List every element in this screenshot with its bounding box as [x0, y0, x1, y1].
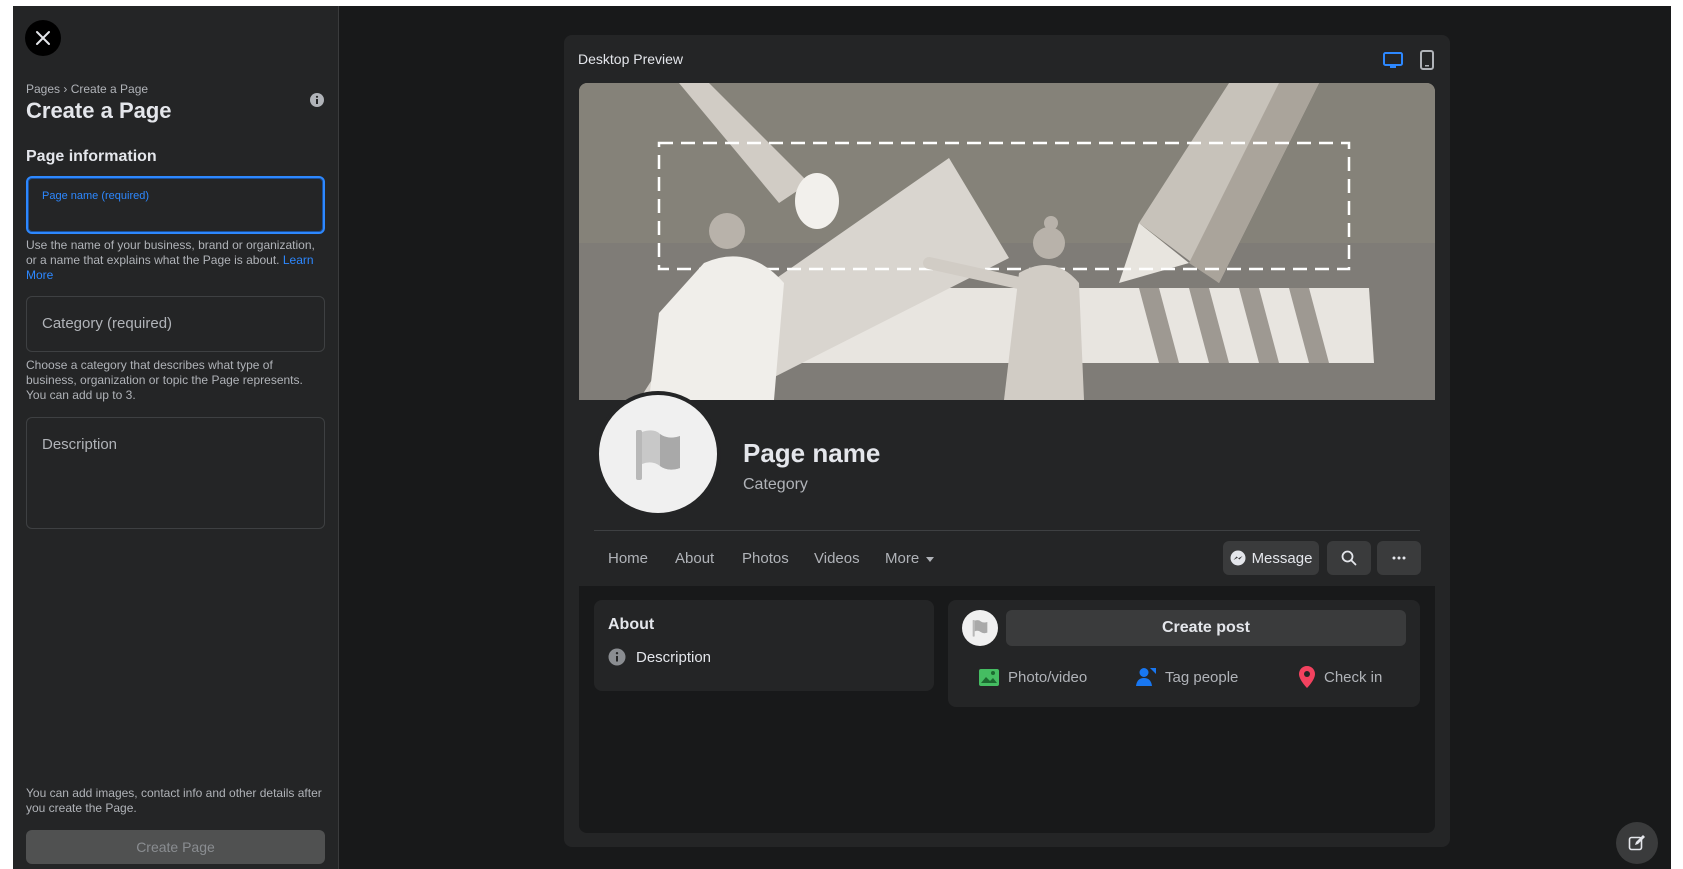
- create-post-card: Create post Photo/video Tag people Check…: [948, 600, 1420, 707]
- page-preview: Page name Category Home About Photos Vid…: [579, 83, 1435, 833]
- mobile-icon[interactable]: [1416, 49, 1438, 71]
- tab-photos[interactable]: Photos: [742, 550, 789, 567]
- section-title: Page information: [26, 148, 157, 165]
- flag-icon: [636, 430, 680, 480]
- tag-people-label: Tag people: [1165, 668, 1239, 686]
- tag-people-icon: [1136, 668, 1156, 686]
- close-icon: [36, 31, 50, 45]
- tab-videos[interactable]: Videos: [814, 550, 860, 567]
- tab-home[interactable]: Home: [608, 550, 648, 567]
- category-help: Choose a category that describes what ty…: [26, 358, 303, 402]
- photo-video-action[interactable]: Photo/video: [978, 666, 1087, 688]
- message-button[interactable]: Message: [1223, 541, 1319, 575]
- page-name-label: Page name (required): [42, 190, 150, 202]
- message-label: Message: [1251, 549, 1313, 567]
- flag-icon: [972, 620, 988, 637]
- cover-photo: [579, 83, 1435, 400]
- caret-down-icon: [926, 556, 935, 562]
- tab-about[interactable]: About: [675, 550, 714, 567]
- page-name-input[interactable]: Page name (required): [26, 176, 325, 234]
- compose-icon: [1628, 835, 1645, 851]
- close-button[interactable]: [25, 20, 61, 56]
- tag-people-action[interactable]: Tag people: [1135, 666, 1238, 688]
- description-label: Description: [42, 436, 118, 453]
- create-page-sidebar: Pages › Create a Page Create a Page Page…: [13, 6, 339, 869]
- page-name-help-text: Use the name of your business, brand or …: [26, 238, 315, 267]
- tab-more[interactable]: More: [885, 550, 935, 567]
- desktop-icon[interactable]: [1382, 49, 1404, 71]
- page-title: Create a Page: [26, 98, 172, 123]
- about-description: Description: [636, 648, 712, 666]
- preview-page-name: Page name: [743, 438, 881, 468]
- preview-title: Desktop Preview: [578, 51, 684, 67]
- search-icon: [1341, 550, 1357, 566]
- profile-picture: [595, 391, 721, 517]
- compose-message-button[interactable]: [1616, 822, 1658, 864]
- window-left-edge: [0, 0, 13, 869]
- tab-more-label: More: [885, 550, 920, 567]
- info-icon[interactable]: [309, 92, 325, 108]
- about-card: About Description: [594, 600, 934, 691]
- create-page-button[interactable]: Create Page: [26, 830, 325, 864]
- post-avatar: [962, 610, 998, 646]
- check-in-action[interactable]: Check in: [1298, 666, 1382, 688]
- page-name-help: Use the name of your business, brand or …: [26, 238, 326, 283]
- breadcrumb[interactable]: Pages › Create a Page: [26, 82, 148, 96]
- photo-video-label: Photo/video: [1008, 668, 1088, 686]
- more-dots-icon: [1392, 556, 1406, 560]
- search-button[interactable]: [1327, 541, 1371, 575]
- description-textarea[interactable]: Description: [26, 417, 325, 529]
- location-pin-icon: [1299, 666, 1315, 688]
- category-label: Category (required): [42, 315, 173, 332]
- preview-frame: Desktop Preview Page name Category Home …: [564, 35, 1450, 847]
- category-input[interactable]: Category (required): [26, 296, 325, 352]
- create-post-button[interactable]: Create post: [1006, 610, 1406, 646]
- preview-category: Category: [743, 476, 808, 493]
- about-description-row: Description: [608, 648, 711, 666]
- info-circle-icon: [608, 648, 626, 666]
- about-title: About: [608, 616, 655, 633]
- check-in-label: Check in: [1324, 668, 1383, 686]
- photo-icon: [979, 669, 999, 686]
- window-right-edge: [1671, 0, 1683, 869]
- footer-note: You can add images, contact info and oth…: [26, 786, 322, 815]
- cover-illustration: [579, 83, 1435, 400]
- messenger-icon: [1230, 550, 1246, 566]
- more-options-button[interactable]: [1377, 541, 1421, 575]
- header-divider: [594, 530, 1420, 531]
